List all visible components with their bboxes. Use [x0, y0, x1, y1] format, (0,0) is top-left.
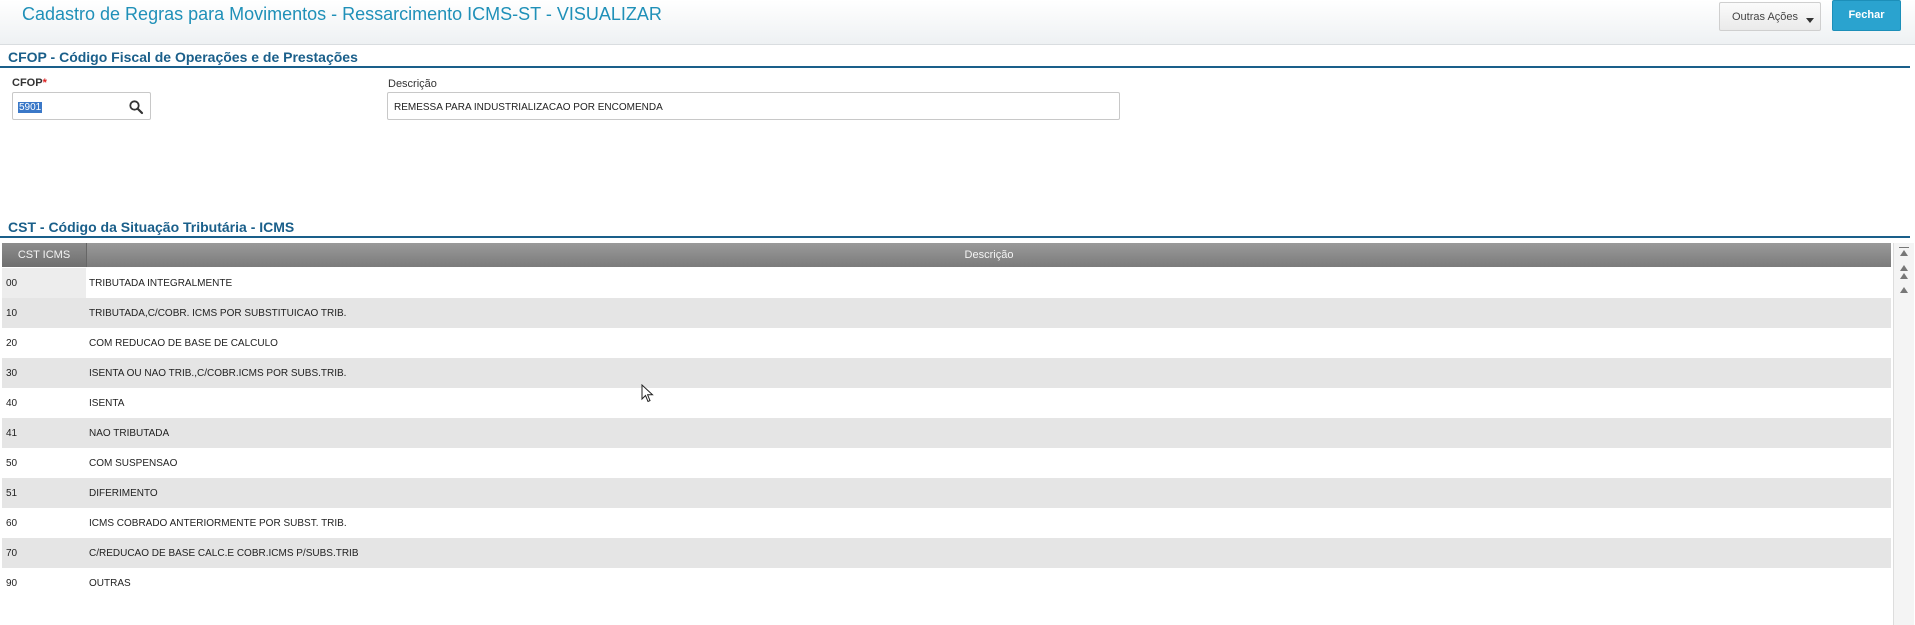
cst-code: 30: [6, 368, 18, 379]
arrow-up-icon[interactable]: [1900, 273, 1908, 279]
description-label: Descrição: [388, 78, 437, 90]
close-button[interactable]: Fechar: [1832, 0, 1901, 31]
cfop-label-text: CFOP: [12, 77, 43, 89]
table-row[interactable]: 30 ISENTA OU NAO TRIB.,C/COBR.ICMS POR S…: [2, 358, 1891, 388]
table-row[interactable]: 00 TRIBUTADA INTEGRALMENTE: [2, 268, 1891, 298]
cst-description: DIFERIMENTO: [89, 488, 158, 499]
cfop-input[interactable]: 5901: [12, 92, 151, 120]
table-row[interactable]: 10 TRIBUTADA,C/COBR. ICMS POR SUBSTITUIC…: [2, 298, 1891, 328]
section-divider: [0, 236, 1910, 238]
grid-header: CST ICMS Descrição: [2, 243, 1891, 267]
cst-code: 40: [6, 398, 18, 409]
top-bar: Cadastro de Regras para Movimentos - Res…: [0, 0, 1915, 45]
cfop-section-title: CFOP - Código Fiscal de Operações e de P…: [8, 49, 358, 65]
table-row[interactable]: 20 COM REDUCAO DE BASE DE CALCULO: [2, 328, 1891, 358]
cst-code: 41: [6, 428, 18, 439]
chevron-down-icon: [1806, 18, 1814, 23]
description-value: REMESSA PARA INDUSTRIALIZACAO POR ENCOME…: [394, 102, 663, 113]
cst-description: C/REDUCAO DE BASE CALC.E COBR.ICMS P/SUB…: [89, 548, 359, 559]
scroll-top-icon[interactable]: [1900, 250, 1908, 256]
cst-code: 90: [6, 578, 18, 589]
required-mark: *: [42, 77, 47, 89]
other-actions-button[interactable]: Outras Ações: [1719, 2, 1821, 31]
cst-description: OUTRAS: [89, 578, 131, 589]
cst-code: 00: [6, 278, 18, 289]
cst-description: COM SUSPENSAO: [89, 458, 178, 469]
table-row[interactable]: 51 DIFERIMENTO: [2, 478, 1891, 508]
cst-description: ICMS COBRADO ANTERIORMENTE POR SUBST. TR…: [89, 518, 347, 529]
page-title: Cadastro de Regras para Movimentos - Res…: [22, 4, 662, 24]
cst-section-title: CST - Código da Situação Tributária - IC…: [8, 219, 295, 235]
cst-description: TRIBUTADA INTEGRALMENTE: [89, 278, 233, 289]
cst-code: 10: [6, 308, 18, 319]
mouse-pointer-icon: [641, 384, 654, 403]
section-divider: [0, 66, 1910, 68]
table-row[interactable]: 41 NAO TRIBUTADA: [2, 418, 1891, 448]
cst-code: 50: [6, 458, 18, 469]
table-row[interactable]: 40 ISENTA: [2, 388, 1891, 418]
table-row[interactable]: 70 C/REDUCAO DE BASE CALC.E COBR.ICMS P/…: [2, 538, 1891, 568]
cst-code: 20: [6, 338, 18, 349]
table-row[interactable]: 50 COM SUSPENSAO: [2, 448, 1891, 478]
arrow-up-icon[interactable]: [1900, 287, 1908, 293]
cfop-value[interactable]: 5901: [18, 102, 43, 113]
description-field[interactable]: REMESSA PARA INDUSTRIALIZACAO POR ENCOME…: [387, 92, 1120, 120]
cst-code: 60: [6, 518, 18, 529]
column-header-cst[interactable]: CST ICMS: [2, 243, 87, 267]
cst-code: 51: [6, 488, 18, 499]
cst-description: COM REDUCAO DE BASE DE CALCULO: [89, 338, 278, 349]
search-icon[interactable]: [128, 99, 144, 115]
arrow-up-icon[interactable]: [1900, 265, 1908, 271]
cst-description: ISENTA OU NAO TRIB.,C/COBR.ICMS POR SUBS…: [89, 368, 347, 379]
column-header-description[interactable]: Descrição: [87, 243, 1891, 267]
grid-scrollbar[interactable]: [1893, 243, 1914, 625]
cst-grid: CST ICMS Descrição 00 TRIBUTADA INTEGRAL…: [2, 243, 1891, 625]
scroll-top-line: [1899, 247, 1909, 248]
other-actions-label: Outras Ações: [1732, 11, 1799, 23]
table-row[interactable]: 60 ICMS COBRADO ANTERIORMENTE POR SUBST.…: [2, 508, 1891, 538]
cst-description: TRIBUTADA,C/COBR. ICMS POR SUBSTITUICAO …: [89, 308, 347, 319]
cst-description: ISENTA: [89, 398, 125, 409]
cst-code: 70: [6, 548, 18, 559]
table-row[interactable]: 90 OUTRAS: [2, 568, 1891, 598]
cst-description: NAO TRIBUTADA: [89, 428, 170, 439]
cfop-label: CFOP*: [12, 77, 47, 89]
